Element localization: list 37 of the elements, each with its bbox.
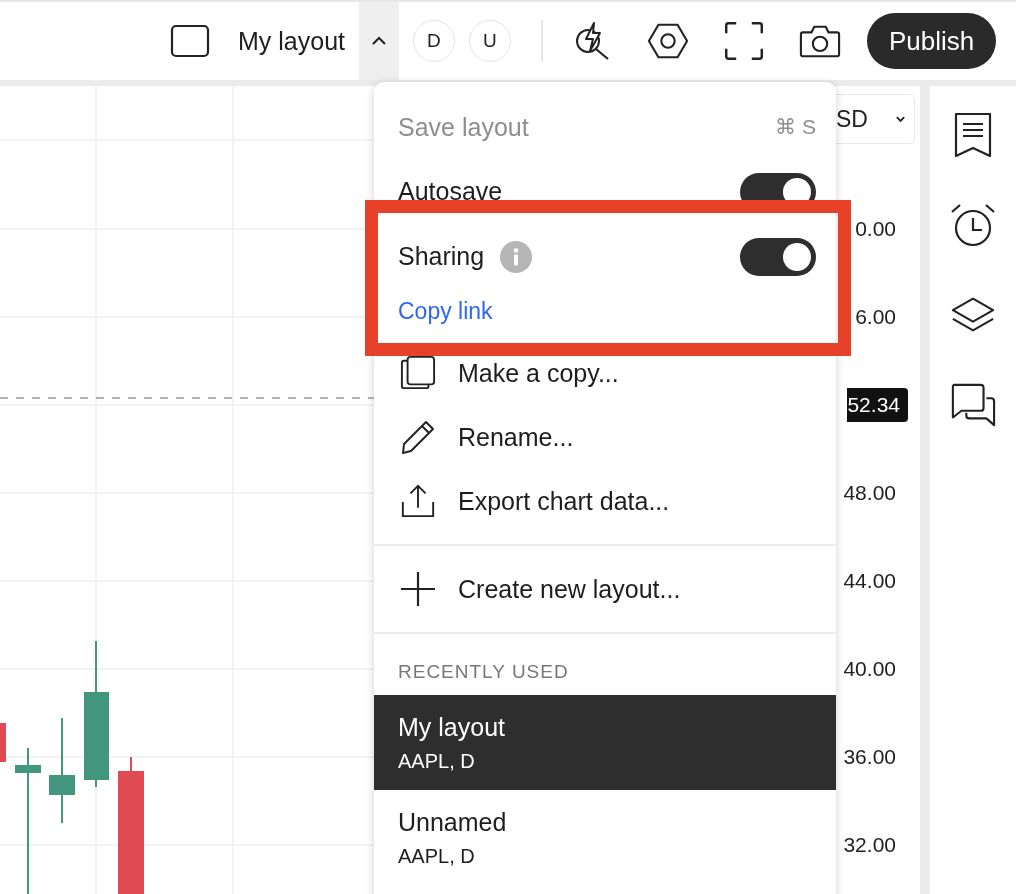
price-label: 40.00: [843, 656, 896, 682]
price-label: 44.00: [843, 568, 896, 594]
pencil-icon: [400, 419, 436, 455]
alarm-clock-icon[interactable]: [950, 202, 996, 248]
menu-item[interactable]: Make a copy...: [374, 341, 836, 405]
layout-square-icon[interactable]: [170, 24, 210, 58]
plus-icon: [400, 571, 436, 607]
upload-icon: [400, 483, 436, 519]
toggle-switch[interactable]: [740, 237, 816, 276]
copy-link[interactable]: Copy link: [398, 297, 493, 325]
fullscreen-icon[interactable]: [723, 21, 765, 61]
current-price-label: 52.34: [847, 388, 908, 422]
candle: [0, 723, 6, 762]
price-label: 48.00: [843, 480, 896, 506]
copy-icon: [400, 355, 436, 391]
price-label: 36.00: [843, 744, 896, 770]
layout-name[interactable]: My layout: [238, 26, 345, 56]
caret-icon: [371, 36, 387, 46]
create-layout-item[interactable]: Create new layout...: [374, 557, 836, 621]
settings-icon[interactable]: [647, 21, 689, 61]
currency-select[interactable]: SD: [836, 94, 915, 144]
chevron-icon: [895, 115, 906, 123]
publish-button[interactable]: Publish: [867, 13, 997, 69]
shortcut-label: ⌘ S: [775, 115, 816, 139]
avatar-button[interactable]: D: [413, 20, 455, 62]
recent-layout-item[interactable]: My layout AAPL, D: [374, 695, 836, 790]
price-label: 0.00: [855, 216, 896, 242]
avatar-button[interactable]: U: [469, 20, 511, 62]
menu-item[interactable]: Rename...: [374, 405, 836, 469]
chat-bubbles-icon[interactable]: [950, 382, 996, 428]
recent-layout-item[interactable]: Unnamed AAPL, D: [374, 790, 836, 885]
toggle-label: Sharing: [398, 242, 485, 271]
menu-item[interactable]: Export chart data...: [374, 469, 836, 533]
price-label: 32.00: [843, 832, 896, 858]
section-heading: RECENTLY USED: [397, 660, 570, 684]
toggle-label: Autosave: [398, 177, 503, 206]
price-label: 6.00: [855, 304, 896, 330]
